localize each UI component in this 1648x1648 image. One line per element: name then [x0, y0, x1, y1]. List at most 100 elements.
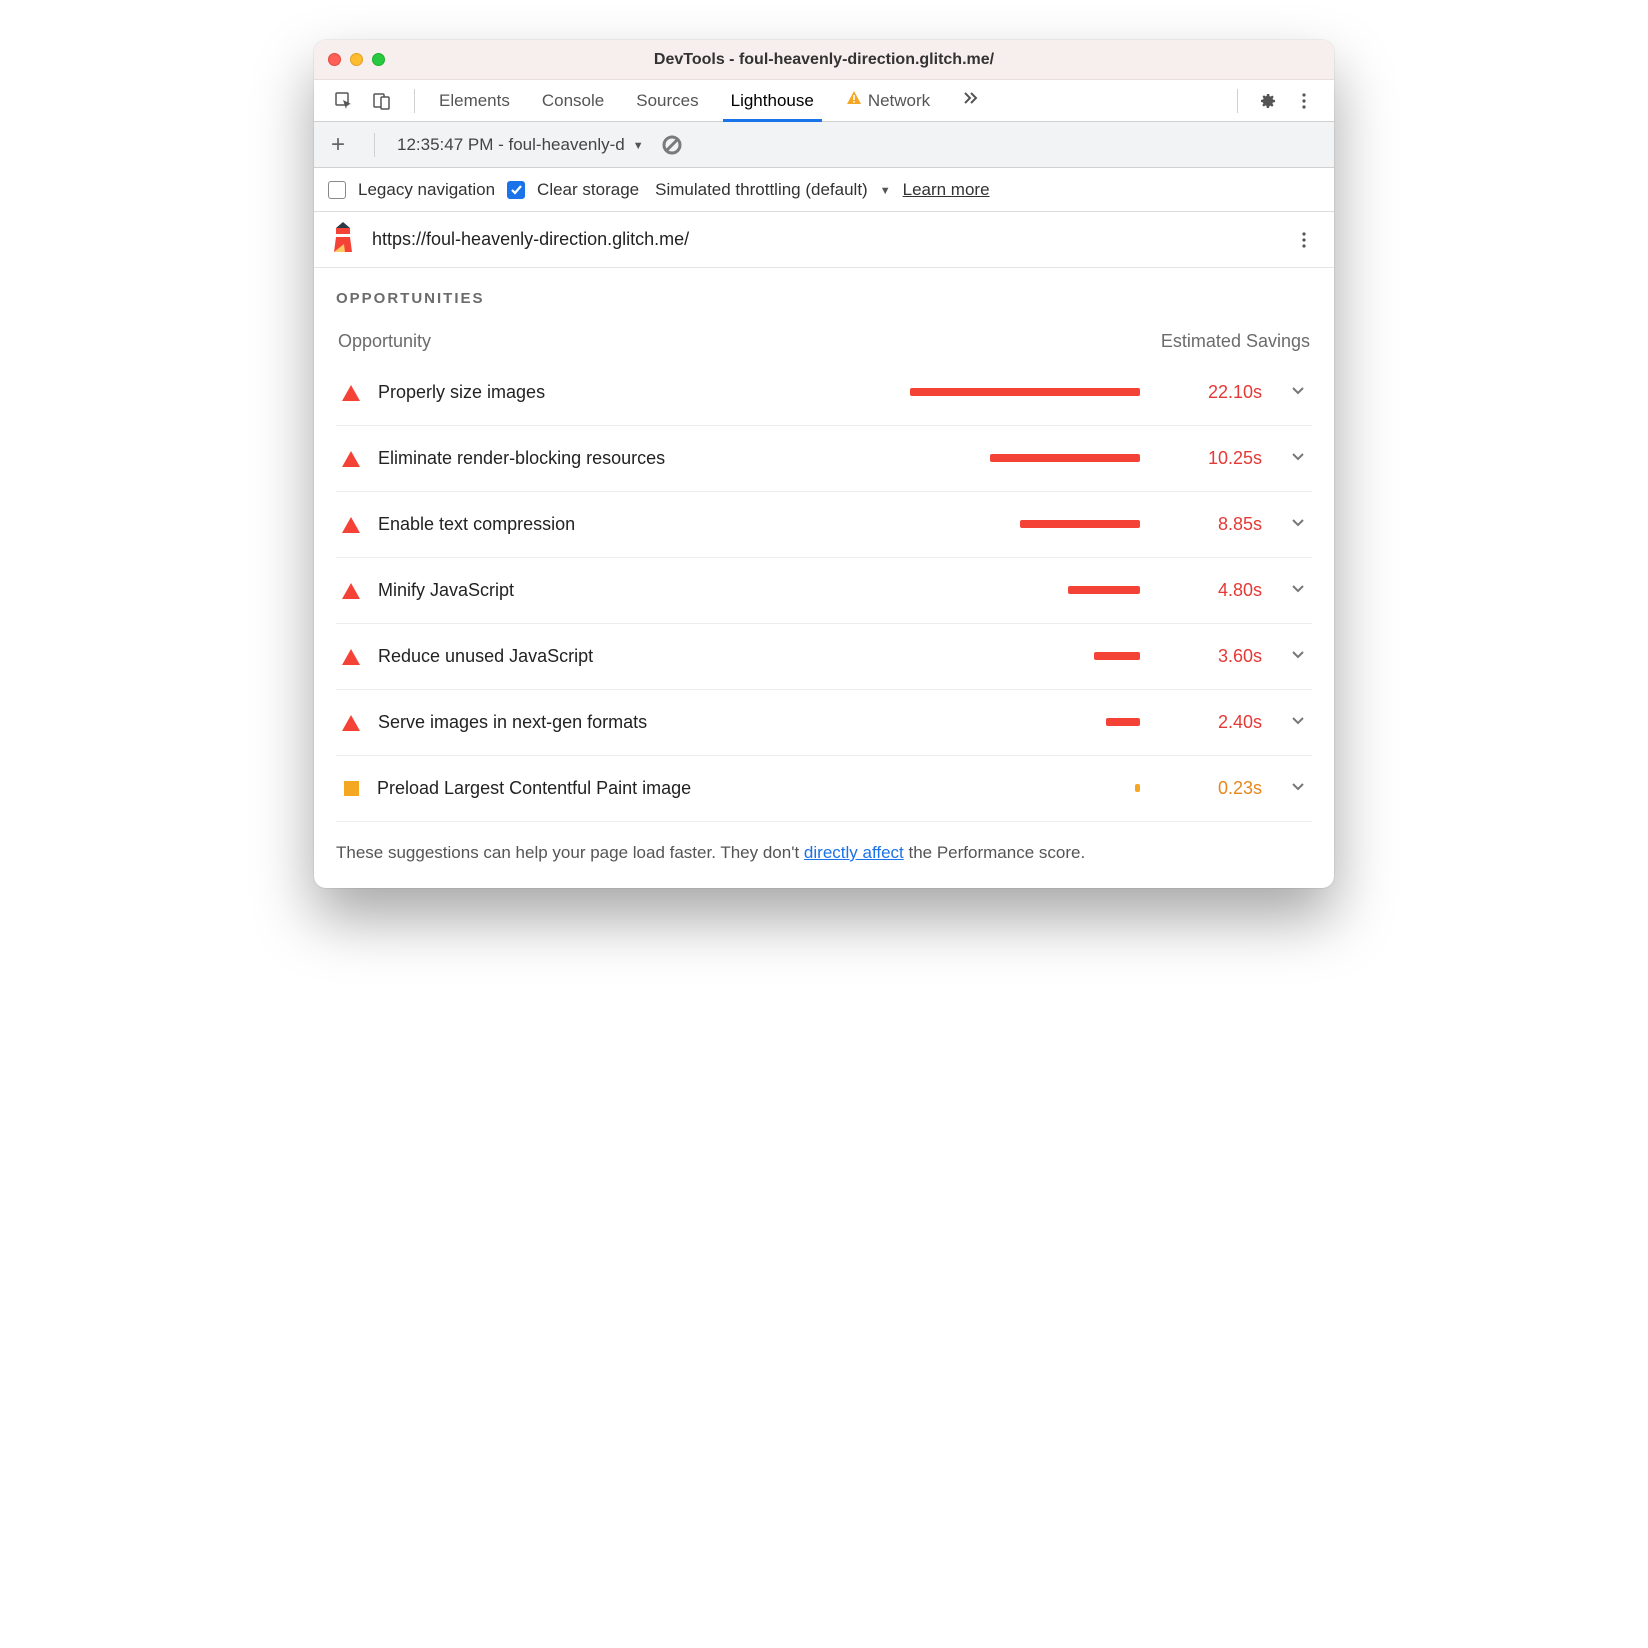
close-window-icon[interactable] — [328, 53, 341, 66]
chevron-down-icon — [1290, 514, 1306, 535]
savings-value: 3.60s — [1174, 646, 1262, 667]
inspect-element-icon[interactable] — [330, 87, 358, 115]
opportunity-label: Preload Largest Contentful Paint image — [377, 778, 691, 799]
chevron-right-double-icon — [962, 89, 980, 112]
tab-console[interactable]: Console — [526, 80, 620, 121]
triangle-error-icon — [342, 517, 360, 533]
chevron-down-icon — [1290, 646, 1306, 667]
footer-text-post: the Performance score. — [904, 843, 1085, 862]
opportunity-label: Minify JavaScript — [378, 580, 514, 601]
chevron-down-icon: ▼ — [880, 185, 891, 197]
triangle-error-icon — [342, 583, 360, 599]
savings-bar — [1094, 652, 1140, 660]
report-url-row: https://foul-heavenly-direction.glitch.m… — [314, 212, 1334, 268]
savings-value: 10.25s — [1174, 448, 1262, 469]
chevron-down-icon — [1290, 448, 1306, 469]
savings-bar-track — [880, 784, 1140, 794]
opportunity-label: Enable text compression — [378, 514, 575, 535]
zoom-window-icon[interactable] — [372, 53, 385, 66]
report-history-select[interactable]: 12:35:47 PM - foul-heavenly-d ▼ — [397, 135, 644, 155]
throttling-label: Simulated throttling (default) — [655, 180, 868, 199]
savings-bar-track — [880, 586, 1140, 596]
window-title: DevTools - foul-heavenly-direction.glitc… — [314, 51, 1334, 69]
throttling-select[interactable]: Simulated throttling (default) — [655, 180, 868, 200]
tab-label: Lighthouse — [731, 91, 814, 111]
divider — [374, 133, 375, 157]
col-opportunity-label: Opportunity — [338, 331, 431, 352]
savings-value: 4.80s — [1174, 580, 1262, 601]
triangle-error-icon — [342, 385, 360, 401]
savings-value: 0.23s — [1174, 778, 1262, 799]
report-content: OPPORTUNITIES Opportunity Estimated Savi… — [314, 268, 1334, 888]
tab-label: Console — [542, 91, 604, 111]
triangle-error-icon — [342, 715, 360, 731]
tab-sources[interactable]: Sources — [620, 80, 714, 121]
opportunity-row[interactable]: Serve images in next-gen formats 2.40s — [336, 690, 1312, 756]
savings-bar-track — [880, 718, 1140, 728]
learn-more-link[interactable]: Learn more — [903, 180, 990, 200]
divider — [414, 89, 415, 113]
clear-storage-label: Clear storage — [537, 180, 639, 200]
history-select-label: 12:35:47 PM - foul-heavenly-d — [397, 135, 625, 155]
device-toolbar-icon[interactable] — [368, 87, 396, 115]
chevron-down-icon — [1290, 712, 1306, 733]
savings-bar-track — [880, 652, 1140, 662]
new-report-button[interactable]: + — [324, 131, 352, 159]
tab-label: Elements — [439, 91, 510, 111]
lighthouse-settings-row: Legacy navigation Clear storage Simulate… — [314, 168, 1334, 212]
opportunity-row[interactable]: Eliminate render-blocking resources 10.25… — [336, 426, 1312, 492]
report-menu-icon[interactable] — [1290, 226, 1318, 254]
square-warning-icon — [344, 781, 359, 796]
traffic-lights — [328, 53, 385, 66]
devtools-window: DevTools - foul-heavenly-direction.glitc… — [314, 40, 1334, 888]
chevron-down-icon — [1290, 382, 1306, 403]
triangle-error-icon — [342, 451, 360, 467]
opportunity-label: Serve images in next-gen formats — [378, 712, 647, 733]
opportunities-footer-note: These suggestions can help your page loa… — [336, 840, 1312, 866]
opportunity-label: Eliminate render-blocking resources — [378, 448, 665, 469]
triangle-error-icon — [342, 649, 360, 665]
divider — [1237, 89, 1238, 113]
savings-value: 2.40s — [1174, 712, 1262, 733]
legacy-nav-checkbox[interactable] — [328, 181, 346, 199]
opportunity-row[interactable]: Minify JavaScript 4.80s — [336, 558, 1312, 624]
opportunities-heading: OPPORTUNITIES — [336, 290, 1312, 307]
opportunity-label: Reduce unused JavaScript — [378, 646, 593, 667]
savings-bar — [1106, 718, 1140, 726]
opportunity-row[interactable]: Properly size images22.10s — [336, 360, 1312, 426]
tab-label: Network — [868, 91, 930, 111]
clear-all-icon[interactable] — [658, 131, 686, 159]
legacy-nav-label: Legacy navigation — [358, 180, 495, 200]
kebab-menu-icon[interactable] — [1290, 87, 1318, 115]
tab-network[interactable]: Network — [830, 80, 946, 121]
footer-text-pre: These suggestions can help your page loa… — [336, 843, 804, 862]
settings-gear-icon[interactable] — [1254, 87, 1282, 115]
opportunity-row[interactable]: Preload Largest Contentful Paint image 0.… — [336, 756, 1312, 822]
savings-bar — [1135, 784, 1140, 792]
directly-affect-link[interactable]: directly affect — [804, 843, 904, 862]
devtools-tabs: Elements Console Sources Lighthouse Netw… — [423, 80, 996, 121]
savings-bar — [1068, 586, 1140, 594]
warning-icon — [846, 90, 862, 111]
opportunity-list: Properly size images22.10sEliminate rend… — [336, 360, 1312, 822]
chevron-down-icon — [1290, 580, 1306, 601]
minimize-window-icon[interactable] — [350, 53, 363, 66]
savings-bar — [910, 388, 1140, 396]
savings-bar — [990, 454, 1140, 462]
chevron-down-icon — [1290, 778, 1306, 799]
tab-elements[interactable]: Elements — [423, 80, 526, 121]
opportunity-row[interactable]: Enable text compression8.85s — [336, 492, 1312, 558]
col-savings-label: Estimated Savings — [1161, 331, 1310, 352]
opportunity-row[interactable]: Reduce unused JavaScript 3.60s — [336, 624, 1312, 690]
opportunity-label: Properly size images — [378, 382, 545, 403]
opportunity-column-headers: Opportunity Estimated Savings — [336, 331, 1312, 352]
report-url-text: https://foul-heavenly-direction.glitch.m… — [372, 229, 689, 250]
window-titlebar: DevTools - foul-heavenly-direction.glitc… — [314, 40, 1334, 80]
tab-lighthouse[interactable]: Lighthouse — [715, 80, 830, 121]
clear-storage-checkbox[interactable] — [507, 181, 525, 199]
savings-bar-track — [880, 388, 1140, 398]
more-tabs-button[interactable] — [946, 80, 996, 121]
savings-bar — [1020, 520, 1140, 528]
savings-bar-track — [880, 454, 1140, 464]
lighthouse-toolbar: + 12:35:47 PM - foul-heavenly-d ▼ — [314, 122, 1334, 168]
